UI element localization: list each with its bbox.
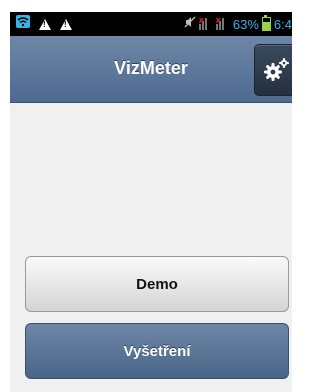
- mute-icon: [184, 15, 196, 33]
- no-signal-icon: x: [198, 15, 213, 30]
- battery-percent: 63%: [232, 16, 259, 32]
- no-signal-icon: x: [215, 15, 230, 30]
- page-title: VizMeter: [114, 58, 188, 78]
- demo-button[interactable]: Demo: [25, 256, 289, 312]
- wifi-icon: [16, 15, 30, 33]
- gear-icon: [264, 58, 289, 81]
- warning-icon: [60, 18, 72, 30]
- status-bar-right: x x 63% 6:4: [184, 12, 292, 36]
- app-screen: x x 63% 6:4 VizMeter: [10, 12, 292, 392]
- warning-icon: [39, 18, 51, 30]
- app-header: VizMeter: [10, 36, 292, 103]
- status-bar-left: [16, 12, 72, 36]
- settings-button[interactable]: [254, 44, 292, 96]
- examination-button[interactable]: Vyšetření: [25, 323, 289, 379]
- status-bar: x x 63% 6:4: [10, 12, 292, 36]
- battery-level: [262, 22, 270, 30]
- clock: 6:4: [273, 16, 292, 32]
- battery-icon: [261, 15, 271, 31]
